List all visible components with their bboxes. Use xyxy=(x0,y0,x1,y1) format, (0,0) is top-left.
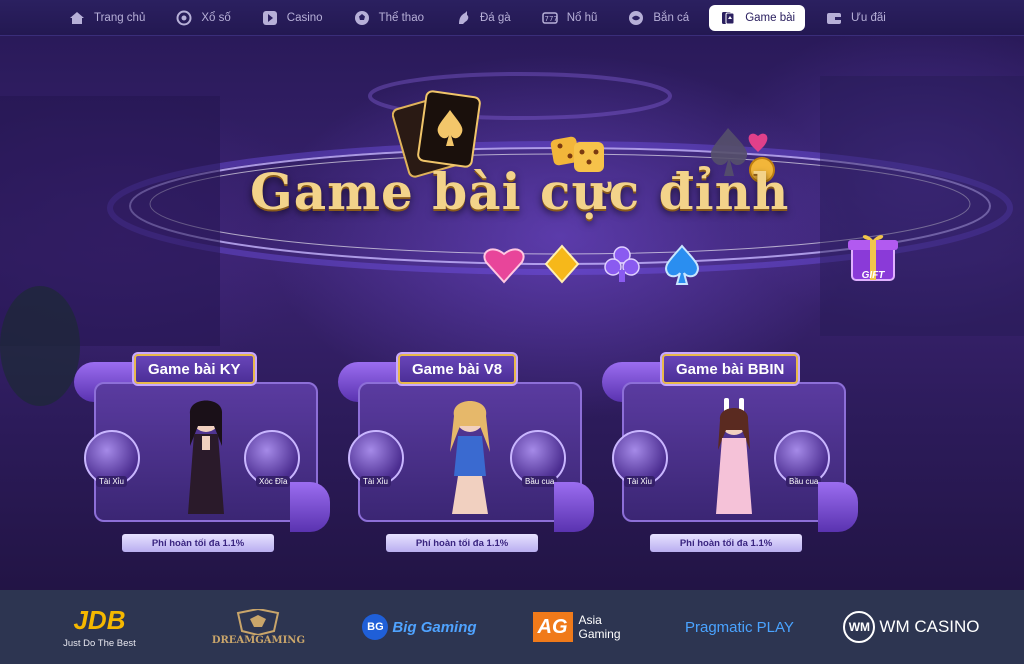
gift-button[interactable]: GIFT xyxy=(840,232,906,290)
nav-item-lottery[interactable]: Xổ số xyxy=(165,5,240,31)
fish-icon xyxy=(627,9,645,27)
diamond-gem-icon xyxy=(544,244,580,284)
provider-jdb[interactable]: JDB Just Do The Best xyxy=(44,605,154,649)
xocdia-label: Xóc Đĩa xyxy=(256,476,291,487)
provider-logo: JDB xyxy=(73,605,126,635)
card-ribbon xyxy=(818,482,858,532)
bg-badge-icon: BG xyxy=(362,614,389,640)
taixiu-label: Tài Xỉu xyxy=(624,476,655,487)
wm-badge-icon: WM xyxy=(843,611,876,643)
game-card-ky[interactable]: Game bài KY Tài Xỉu Xóc Đĩa Phí hoàn tối… xyxy=(74,352,330,552)
nav-item-home[interactable]: Trang chủ xyxy=(58,5,155,31)
nav-item-promotions[interactable]: Ưu đãi xyxy=(815,5,896,31)
nav-item-label: Trang chủ xyxy=(94,11,146,24)
hero-title: Game bài cực đỉnh xyxy=(250,162,790,221)
dealer-character-image xyxy=(450,401,490,514)
provider-pragmatic[interactable]: Pragmatic PLAY xyxy=(684,619,794,636)
taixiu-label: Tài Xỉu xyxy=(360,476,391,487)
dealer-character-image xyxy=(716,398,752,514)
nav-item-label: Bắn cá xyxy=(653,11,690,24)
nav-item-label: Đá gà xyxy=(480,11,511,24)
taixiu-label: Tài Xỉu xyxy=(96,476,127,487)
provider-biggaming[interactable]: BG Big Gaming xyxy=(362,614,477,640)
nav-item-label: Thể thao xyxy=(378,11,424,24)
nav-item-cockfight[interactable]: Đá gà xyxy=(444,5,521,31)
ag-badge-icon: AG xyxy=(532,612,573,642)
provider-logos: JDB Just Do The Best DREAMGAMING BG Big … xyxy=(0,590,1024,664)
nav-item-fishing[interactable]: Bắn cá xyxy=(617,5,699,31)
card-cashback: Phí hoàn tối đa 1.1% xyxy=(122,534,274,552)
dreamgaming-emblem-icon xyxy=(237,608,280,635)
card-title: Game bài KY xyxy=(132,352,257,386)
card-cashback: Phí hoàn tối đa 1.1% xyxy=(386,534,538,552)
nav-item-label: Nổ hũ xyxy=(566,11,598,24)
provider-logo: WM CASINO xyxy=(879,617,980,636)
home-icon xyxy=(68,9,86,27)
slot-machine-icon: 777 xyxy=(541,9,559,27)
provider-logo: Pragmatic PLAY xyxy=(684,618,794,636)
nav-item-casino[interactable]: Casino xyxy=(251,5,333,31)
top-nav: Trang chủ Xổ số Casino Thể thao Đá gà 77… xyxy=(0,0,1024,36)
soccer-ball-icon xyxy=(353,9,371,27)
club-gem-icon xyxy=(604,246,640,282)
card-title: Game bài BBIN xyxy=(660,352,801,386)
provider-wmcasino[interactable]: WM WM CASINO xyxy=(843,611,980,643)
gift-box-icon xyxy=(848,235,898,281)
provider-dreamgaming[interactable]: DREAMGAMING xyxy=(203,608,313,646)
dealer-character-image xyxy=(188,400,224,514)
card-cashback: Phí hoàn tối đa 1.1% xyxy=(650,534,802,552)
baucua-label: Bầu cua xyxy=(522,476,558,487)
provider-tagline: Just Do The Best xyxy=(63,638,136,649)
game-card-bbin[interactable]: Game bài BBIN Tài Xỉu Bầu cua Phí hoàn t… xyxy=(602,352,858,552)
card-ribbon xyxy=(290,482,330,532)
nav-item-slots[interactable]: 777 Nổ hũ xyxy=(531,5,608,31)
provider-asiagaming[interactable]: AG Asia Gaming xyxy=(526,612,636,642)
provider-logo: Big Gaming xyxy=(392,618,477,636)
card-ribbon xyxy=(554,482,594,532)
heart-gem-icon xyxy=(483,248,525,284)
nav-item-label: Ưu đãi xyxy=(851,11,886,24)
lottery-ball-icon xyxy=(175,9,193,27)
nav-item-sports[interactable]: Thể thao xyxy=(343,5,434,31)
nav-item-card-games[interactable]: Game bài xyxy=(709,4,806,31)
svg-text:777: 777 xyxy=(544,15,557,23)
cards-icon xyxy=(719,9,737,27)
card-title: Game bài V8 xyxy=(396,352,519,386)
spade-gem-icon xyxy=(664,244,700,285)
play-icon xyxy=(261,9,279,27)
gift-label: GIFT xyxy=(861,270,885,281)
nav-item-label: Xổ số xyxy=(201,11,231,24)
nav-item-label: Game bài xyxy=(745,11,796,24)
game-card-v8[interactable]: Game bài V8 Tài Xỉu Bầu cua Phí hoàn tối… xyxy=(338,352,594,552)
hero-banner: Game bài cực đỉnh GIFT Game bài KY Tài X… xyxy=(0,36,1024,590)
wallet-icon xyxy=(825,9,843,27)
baucua-label: Bầu cua xyxy=(786,476,822,487)
provider-logo: DREAMGAMING xyxy=(211,634,305,646)
rooster-icon xyxy=(454,9,472,27)
suit-gems xyxy=(483,244,700,285)
nav-item-label: Casino xyxy=(286,11,323,24)
provider-logo: Asia Gaming xyxy=(578,613,621,641)
